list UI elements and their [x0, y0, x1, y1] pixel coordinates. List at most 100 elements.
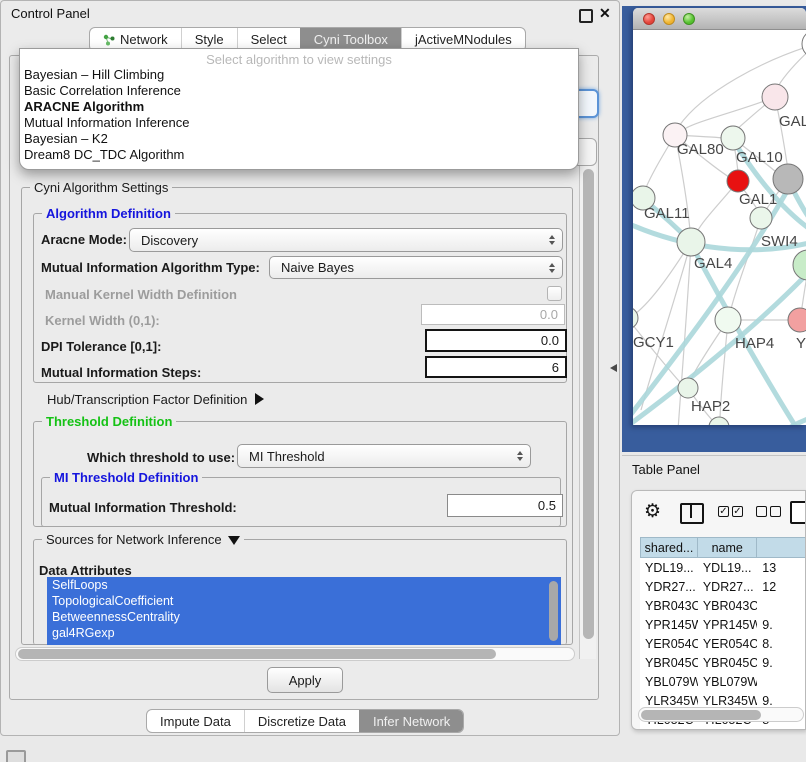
table-row[interactable]: YPR145WYPR145W9. — [640, 615, 806, 634]
table-row[interactable]: YDR27...YDR27...12 — [640, 577, 806, 596]
network-edge — [683, 97, 775, 130]
mi-algorithm-type-combo[interactable]: Naive Bayes — [269, 256, 563, 279]
network-tab-icon — [103, 34, 115, 46]
float-window-icon[interactable] — [579, 9, 593, 23]
algorithm-dropdown-prompt: Select algorithm to view settings — [20, 49, 578, 67]
attributes-scrollbar-thumb[interactable] — [549, 581, 558, 641]
algorithm-option[interactable]: Bayesian – Hill Climbing — [20, 67, 578, 83]
algorithm-dropdown-list: Bayesian – Hill ClimbingBasic Correlatio… — [20, 67, 578, 163]
network-edge — [731, 218, 761, 309]
cyni-settings-group-label: Cyni Algorithm Settings — [30, 180, 172, 195]
which-threshold-combo[interactable]: MI Threshold — [237, 444, 531, 468]
network-node-swi4[interactable] — [793, 250, 806, 280]
mi-threshold-label: Mutual Information Threshold: — [49, 500, 237, 515]
minimize-traffic-light-icon[interactable] — [663, 13, 675, 25]
table-cell: 9. — [757, 615, 806, 634]
select-all-checkbox-icon[interactable]: ✓ — [718, 506, 729, 517]
deselect-all-checkbox-icon[interactable] — [756, 506, 767, 517]
network-node-gcy1[interactable] — [633, 307, 638, 329]
algorithm-dropdown-popup: Select algorithm to view settings Bayesi… — [19, 48, 579, 170]
table-row[interactable]: YBR045CYBR045C9. — [640, 653, 806, 672]
column-header[interactable]: shared... — [640, 537, 698, 558]
data-attribute-item[interactable]: TopologicalCoefficient — [47, 593, 561, 609]
column-selector-icon[interactable] — [680, 503, 704, 524]
network-canvas[interactable]: GALGAL80GAL10GAL1GAL11GAL4SWI4GCY1HAP4YH… — [633, 30, 806, 425]
mi-threshold-group-label: MI Threshold Definition — [50, 470, 202, 485]
minimized-panel-icon[interactable] — [6, 750, 26, 762]
data-attribute-item[interactable]: BetweennessCentrality — [47, 609, 561, 625]
table-cell: YER054C — [698, 634, 757, 653]
network-node-gal4[interactable] — [677, 228, 705, 256]
network-node[interactable] — [802, 30, 806, 58]
table-hscrollbar[interactable] — [638, 707, 804, 722]
table-cell: YBL079W — [698, 672, 757, 691]
mi-threshold-input[interactable]: 0.5 — [447, 494, 563, 517]
node-label: GAL11 — [644, 205, 690, 222]
column-header[interactable]: name — [698, 537, 757, 558]
close-icon[interactable]: ✕ — [599, 5, 611, 22]
table-cell: YDR27... — [640, 577, 698, 596]
algorithm-option[interactable]: Basic Correlation Inference — [20, 83, 578, 99]
table-cell — [757, 596, 806, 615]
table-cell: YDR27... — [698, 577, 757, 596]
network-node-hap2[interactable] — [678, 378, 698, 398]
network-node-gal[interactable] — [762, 84, 788, 110]
table-row[interactable]: YBR043CYBR043C — [640, 596, 806, 615]
aracne-mode-combo[interactable]: Discovery — [129, 228, 563, 252]
network-node-gal1[interactable] — [727, 170, 749, 192]
table-panel-window: ⚙ ✓ ✓ shared...nameYDL19...YDL19...13YDR… — [631, 490, 806, 730]
data-attribute-item[interactable]: SelfLoops — [47, 577, 561, 593]
deselect-all-checkbox-icon — [770, 506, 781, 517]
aracne-mode-label: Aracne Mode: — [41, 232, 127, 247]
column-header[interactable] — [757, 537, 806, 558]
table-cell: YBL079W — [640, 672, 698, 691]
algorithm-definition-label: Algorithm Definition — [42, 206, 175, 221]
network-node-gal10[interactable] — [721, 126, 745, 150]
network-window-titlebar[interactable] — [633, 8, 806, 30]
settings-vscrollbar-thumb[interactable] — [583, 169, 594, 639]
table-cell: YBR045C — [698, 653, 757, 672]
data-attributes-label: Data Attributes — [39, 563, 132, 578]
table-row[interactable]: YBL079WYBL079W — [640, 672, 806, 691]
algorithm-option[interactable]: Dream8 DC_TDC Algorithm — [20, 147, 578, 163]
node-label: SWI4 — [761, 233, 798, 250]
mouse-cursor — [610, 364, 617, 372]
table-hscrollbar-thumb[interactable] — [641, 710, 761, 720]
settings-hscrollbar-thumb[interactable] — [18, 649, 496, 659]
node-label: HAP4 — [735, 335, 774, 352]
expander-right-icon — [255, 393, 264, 405]
hub-definition-expander[interactable]: Hub/Transcription Factor Definition — [47, 392, 264, 407]
export-table-icon[interactable] — [790, 501, 806, 524]
network-node[interactable] — [750, 207, 772, 229]
apply-button[interactable]: Apply — [267, 667, 343, 693]
network-node-hap4[interactable] — [715, 307, 741, 333]
network-edge — [776, 44, 806, 90]
table-cell: YDL19... — [640, 558, 698, 577]
node-label: GAL1 — [739, 191, 777, 208]
tab-infer-network[interactable]: Infer Network — [359, 710, 463, 732]
combo-fragment — [577, 138, 597, 166]
sources-group-label[interactable]: Sources for Network Inference — [42, 532, 244, 547]
zoom-traffic-light-icon[interactable] — [683, 13, 695, 25]
table-cell: 13 — [757, 558, 806, 577]
network-node-y[interactable] — [788, 308, 806, 332]
tab-discretize-data[interactable]: Discretize Data — [244, 710, 359, 732]
tab-impute-data[interactable]: Impute Data — [147, 710, 244, 732]
algorithm-option[interactable]: Bayesian – K2 — [20, 131, 578, 147]
table-row[interactable]: YDL19...YDL19...13 — [640, 558, 806, 577]
table-cell: YBR045C — [640, 653, 698, 672]
algorithm-option[interactable]: ARACNE Algorithm — [20, 99, 578, 115]
network-node[interactable] — [773, 164, 803, 194]
table-row[interactable]: YER054CYER054C8. — [640, 634, 806, 653]
settings-vscrollbar[interactable] — [579, 163, 596, 659]
settings-hscrollbar[interactable] — [15, 647, 575, 661]
algorithm-option[interactable]: Mutual Information Inference — [20, 115, 578, 131]
network-node[interactable] — [709, 417, 729, 425]
node-label: GAL4 — [694, 255, 732, 272]
data-attributes-list: SelfLoopsTopologicalCoefficientBetweenne… — [47, 577, 561, 645]
data-attribute-item[interactable]: gal4RGexp — [47, 625, 561, 641]
close-traffic-light-icon[interactable] — [643, 13, 655, 25]
dpi-tolerance-input[interactable]: 0.0 — [425, 329, 567, 352]
mi-steps-input[interactable]: 6 — [425, 356, 567, 378]
gear-icon[interactable]: ⚙ — [644, 500, 661, 523]
